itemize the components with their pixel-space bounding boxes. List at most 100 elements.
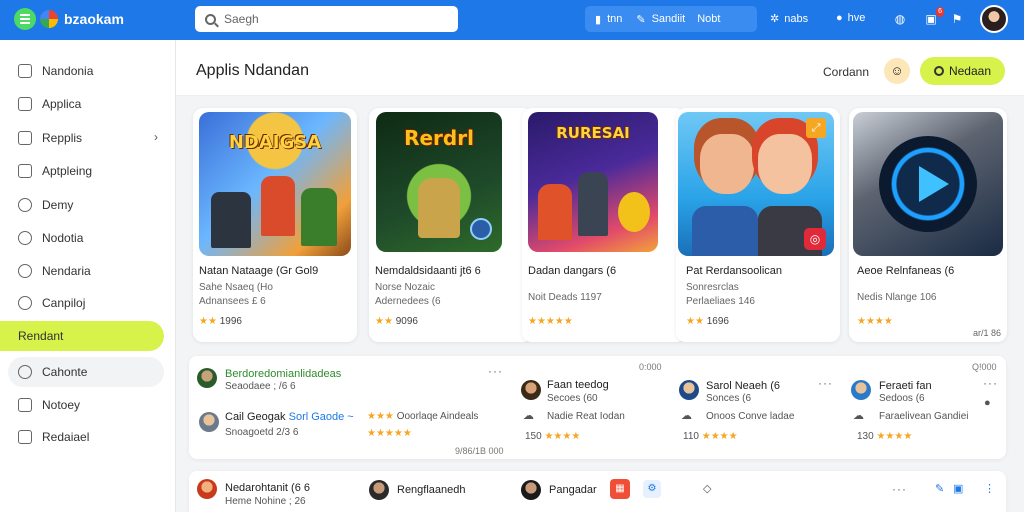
avatar[interactable]	[679, 380, 699, 400]
sidebar-item-3[interactable]: Aptpleing	[8, 156, 164, 186]
game-art-image: ⤢ ◎	[678, 112, 834, 256]
pin-icon	[18, 264, 32, 278]
sidebar-item-8[interactable]: Rendant	[0, 321, 164, 351]
activity-name[interactable]: Rengflaanedh	[397, 484, 466, 496]
avatar[interactable]	[197, 368, 217, 388]
clock-icon	[18, 231, 32, 245]
review-line: Faraelivean Gandiei	[879, 411, 969, 422]
avatar[interactable]	[199, 412, 219, 432]
game-art-image: RURESAI	[528, 112, 658, 252]
kebab-icon[interactable]: ⋮	[984, 482, 995, 495]
app-card[interactable]: Rerdrl Nemdaldsidaanti jt6 6 Norse Nozai…	[369, 108, 533, 342]
sidebar-item-2[interactable]: Repplis ›	[8, 123, 164, 153]
sidebar-item-11[interactable]: Redaiael	[8, 422, 164, 452]
card-subtitle: Norse Nozaic	[375, 282, 436, 293]
sidebar-item-4[interactable]: Demy	[8, 190, 164, 220]
avatar[interactable]	[521, 480, 541, 500]
sidebar-item-1[interactable]: Applica	[8, 89, 164, 119]
shield-icon[interactable]: ◇	[703, 482, 711, 495]
header-action-group[interactable]: ▮ tnn ✎ Sandiit Nobt	[585, 6, 757, 32]
reviewer-name[interactable]: Berdoredomianlidadeas	[225, 368, 341, 380]
edit-icon[interactable]: ✎	[935, 482, 944, 495]
card-title: Pat Rerdansoolican	[686, 265, 783, 277]
sidebar: Nandonia Applica Repplis › Aptpleing Demy…	[0, 40, 176, 512]
more-icon[interactable]: ···	[892, 482, 907, 496]
flag-icon: ⚑	[951, 12, 963, 26]
review-line: Nadie Reat Iodan	[547, 411, 625, 422]
chat-icon: ◍	[894, 12, 906, 26]
info-icon[interactable]: ●	[984, 397, 991, 409]
more-icon[interactable]: ···	[983, 376, 998, 390]
avatar[interactable]	[851, 380, 871, 400]
activity-name[interactable]: Nedarohtanit (6 6	[225, 482, 310, 494]
star-icon: ★★	[199, 316, 217, 327]
star-icon: ★★★★	[701, 431, 738, 442]
comment-icon[interactable]: ☁	[523, 409, 534, 422]
play-icon	[919, 166, 949, 202]
header-nav-item[interactable]: ✲ nabs	[770, 12, 808, 26]
avatar[interactable]	[197, 479, 217, 499]
card-meta: Nedis Nlange 106	[857, 292, 937, 303]
compass-icon	[18, 296, 32, 310]
search-icon	[205, 13, 216, 25]
share-icon: ⤢	[806, 118, 826, 138]
reviewer-name[interactable]: Sarol Neaeh (6	[706, 380, 780, 392]
app-card[interactable]: RURESAI Dadan dangars (6 Noit Deads 1197…	[522, 108, 686, 342]
chat-button[interactable]: ◍	[891, 10, 909, 28]
review-line: Onoos Conve ladae	[706, 411, 795, 422]
game-art-title: Rerdrl	[404, 126, 474, 150]
review-stars: ★★★★★	[367, 428, 412, 439]
review-count: 110 ★★★★	[683, 431, 738, 442]
more-icon[interactable]: ···	[818, 376, 833, 390]
reviewer-name[interactable]: Faan teedog	[547, 379, 609, 391]
card-title: Nemdaldsidaanti jt6 6	[375, 265, 481, 277]
card-meta: Noit Deads 1197	[528, 292, 602, 303]
comment-icon[interactable]: ☁	[681, 409, 692, 422]
header-group-label-1: tnn	[607, 13, 623, 25]
more-icon[interactable]: ···	[488, 364, 503, 378]
brand[interactable]: bzaokam	[14, 8, 124, 30]
reviewer-name[interactable]: Feraeti fan	[879, 380, 932, 392]
card-meta: Perlaeliaes 146	[686, 296, 755, 307]
game-art-image: Rerdrl	[376, 112, 502, 252]
app-card[interactable]: ⤢ ◎ Pat Rerdansoolican Sonresrclas Perla…	[676, 108, 840, 342]
comment-icon[interactable]: ☁	[853, 409, 864, 422]
header-link[interactable]: Cordann	[823, 65, 869, 79]
review-meta: Sonces (6	[706, 393, 752, 404]
card-meta: Adnansees £ 6	[199, 296, 266, 307]
reviews-panel: Berdoredomianlidadeas Seaodaee ; /6 6 ··…	[189, 356, 1006, 459]
sidebar-item-0[interactable]: Nandonia	[8, 56, 164, 86]
sidebar-item-10[interactable]: Notoey	[8, 390, 164, 420]
notification-button[interactable]: ▣ 6	[922, 7, 944, 28]
panel-corner-meta: 0:000	[639, 362, 662, 372]
sidebar-item-6[interactable]: Nendaria	[8, 256, 164, 286]
doc-icon	[18, 131, 32, 145]
activity-name[interactable]: Pangadar	[549, 484, 597, 496]
edit-icon	[18, 164, 32, 178]
star-icon: ★★★★	[544, 431, 581, 442]
avatar[interactable]	[980, 5, 1008, 33]
search-bar[interactable]	[195, 6, 458, 32]
refresh-icon	[18, 365, 32, 379]
avatar[interactable]	[521, 380, 541, 400]
window-icon[interactable]: ▣	[953, 482, 963, 495]
app-card[interactable]: Aeoe Relnfaneas (6 Nedis Nlange 106 ★★★★…	[849, 108, 1007, 342]
menu-icon[interactable]	[14, 8, 36, 30]
smile-icon[interactable]: ☺	[884, 58, 910, 84]
app-card[interactable]: NDAIGSA Natan Nataage (Gr Gol9 Sahe Nsae…	[193, 108, 357, 342]
game-art-title: RURESAI	[556, 124, 630, 142]
primary-button[interactable]: Nedaan	[920, 57, 1005, 85]
activity-panel: Nedarohtanit (6 6 Heme Nohine ; 26 Rengf…	[189, 471, 1006, 512]
pen-icon: ✎	[636, 13, 646, 26]
reviewer-name[interactable]: Cail Geogak Sorl Gaode ~	[225, 411, 354, 423]
circle-icon	[18, 198, 32, 212]
search-input[interactable]	[224, 12, 444, 26]
sidebar-item-7[interactable]: Canpiloj	[8, 288, 164, 318]
sidebar-item-5[interactable]: Nodotia	[8, 223, 164, 253]
avatar[interactable]	[369, 480, 389, 500]
header-nav-item-2[interactable]: ● hve	[836, 12, 865, 24]
sidebar-item-9[interactable]: Cahonte	[8, 357, 164, 387]
app-icon[interactable]: ⚙	[643, 480, 661, 498]
flag-button[interactable]: ⚑	[948, 10, 966, 28]
app-icon[interactable]: ▦	[610, 479, 630, 499]
